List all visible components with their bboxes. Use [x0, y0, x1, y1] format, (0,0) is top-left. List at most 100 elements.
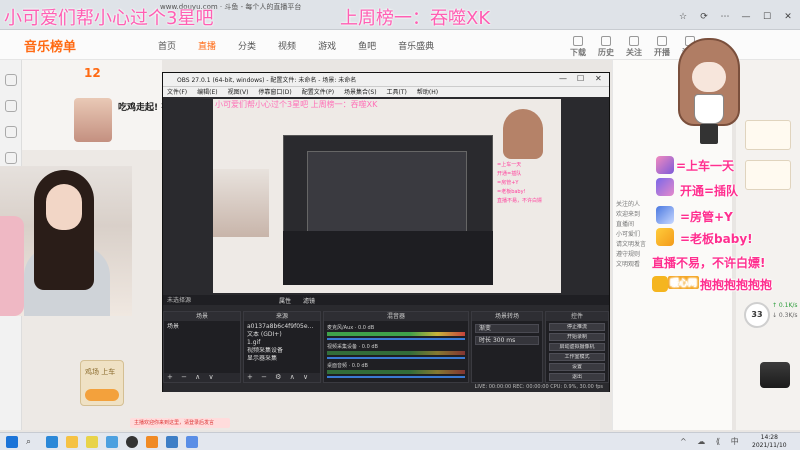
gift-card[interactable]	[745, 120, 791, 150]
obs-close-button[interactable]: ✕	[595, 74, 602, 83]
nav-home[interactable]: 首页	[158, 39, 176, 52]
clock-date: 2021/11/10	[752, 442, 787, 449]
volume-slider[interactable]	[327, 376, 465, 378]
explorer-icon[interactable]	[66, 436, 78, 448]
network-speed-widget[interactable]: 33	[744, 302, 770, 328]
maximize-button[interactable]: ☐	[761, 12, 773, 22]
app-icon[interactable]	[106, 436, 118, 448]
app-icon[interactable]	[146, 436, 158, 448]
source-item[interactable]: 显示器采集	[247, 355, 317, 363]
obs-taskbar-icon[interactable]	[126, 436, 138, 448]
preview-mini-commands: =上车一天 开通=插队 =房管+Y =老板baby! 直播不易，不许白嫖	[497, 159, 557, 259]
nav-game[interactable]: 游戏	[318, 39, 336, 52]
download-button[interactable]: 下载	[570, 36, 586, 58]
follow-card[interactable]: 鸡场 上车	[80, 360, 124, 406]
chibi-dress	[694, 94, 724, 124]
history-icon	[601, 36, 611, 46]
follow-card-button[interactable]	[85, 389, 119, 401]
mixer-channel: 视频采集设备 · 0.0 dB	[327, 343, 465, 359]
properties-button[interactable]: 属性	[279, 296, 291, 305]
duration-label: 时长	[479, 337, 492, 344]
exit-button[interactable]: 退出	[549, 373, 605, 381]
site-logo[interactable]: 音乐榜单	[24, 36, 76, 55]
no-source-selected: 未选择源	[163, 295, 609, 305]
taskbar-clock[interactable]: 14:28 2021/11/10	[752, 434, 787, 450]
obs-menu-profile[interactable]: 配置文件(P)	[302, 87, 334, 97]
taskbar-search-icon[interactable]: ⌕	[26, 437, 31, 447]
overlay-command: 抱抱抱抱抱抱	[700, 278, 773, 292]
transition-type-select[interactable]: 渐变	[475, 324, 539, 333]
app-icon[interactable]	[86, 436, 98, 448]
scene-item[interactable]: 场景	[167, 323, 237, 331]
gift-card[interactable]	[745, 160, 791, 190]
edge-icon[interactable]	[46, 436, 58, 448]
close-button[interactable]: ✕	[782, 12, 794, 22]
filters-button[interactable]: 滤镜	[303, 296, 315, 305]
obs-maximize-button[interactable]: ☐	[577, 74, 584, 83]
nav-yuba[interactable]: 鱼吧	[358, 39, 376, 52]
app-icon[interactable]	[166, 436, 178, 448]
source-item[interactable]: 1.gif	[247, 339, 317, 347]
scenes-toolbar[interactable]: + − ∧ ∨	[164, 373, 240, 382]
transitions-dock-title: 场景转场	[472, 312, 542, 321]
mixer-dock-title: 混音器	[324, 312, 468, 321]
studio-mode-button[interactable]: 工作室模式	[549, 353, 605, 361]
obs-menu-help[interactable]: 帮助(H)	[417, 87, 438, 97]
nav-live[interactable]: 直播	[198, 39, 216, 52]
windows-start-icon[interactable]	[6, 436, 18, 448]
minimize-button[interactable]: —	[740, 12, 752, 22]
nav-category[interactable]: 分类	[238, 39, 256, 52]
start-recording-button[interactable]: 开始录制	[549, 333, 605, 341]
rail-home-icon[interactable]	[4, 74, 17, 86]
obs-minimize-button[interactable]: —	[559, 74, 567, 83]
virtual-camera-button[interactable]: 启动虚拟摄像机	[549, 343, 605, 351]
channel-name: 桌面音频	[327, 363, 348, 369]
app-icon[interactable]	[186, 436, 198, 448]
overlay-command: =老板baby!	[680, 232, 753, 246]
volume-meter	[327, 332, 465, 336]
transition-duration[interactable]: 时长 300 ms	[475, 336, 539, 345]
go-live-button[interactable]: 开播	[654, 36, 670, 58]
obs-menu-tools[interactable]: 工具(T)	[387, 87, 407, 97]
webcam-chair	[0, 216, 24, 316]
overlay-command: =房管+Y	[680, 210, 733, 224]
overlay-command: =上车一天	[676, 159, 735, 173]
refresh-icon[interactable]: ⟳	[698, 12, 710, 22]
follow-button[interactable]: 关注	[626, 36, 642, 58]
rail-live-icon[interactable]	[4, 100, 17, 112]
history-button[interactable]: 历史	[598, 36, 614, 58]
preview-nested-preview	[307, 151, 467, 241]
favorite-icon[interactable]: ☆	[677, 12, 689, 22]
sources-toolbar[interactable]: + − ⚙ ∧ ∨	[244, 373, 320, 382]
source-item[interactable]: 文本 (GDI+)	[247, 331, 317, 339]
obs-menu-file[interactable]: 文件(F)	[167, 87, 187, 97]
stop-streaming-button[interactable]: 停止推流	[549, 323, 605, 331]
heart-icon	[629, 36, 639, 46]
streamer-avatar[interactable]	[74, 98, 112, 142]
obs-menu-scene-collection[interactable]: 场景集合(S)	[344, 87, 377, 97]
obs-menu-view[interactable]: 视图(V)	[228, 87, 249, 97]
settings-button[interactable]: 设置	[549, 363, 605, 371]
volume-slider[interactable]	[327, 338, 465, 340]
chat-login-hint[interactable]: 主播欢迎你来到这里，请登录后发言	[130, 418, 230, 428]
more-icon[interactable]: ⋯	[719, 12, 731, 22]
system-tray[interactable]: ^ ☁ ⟪ 中	[680, 436, 743, 447]
overlay-command-badge: 暖心网	[668, 276, 700, 289]
obs-preview[interactable]: 小可爱们帮小心过个3星吧 上周榜一：吞噬XK =上车一天 开通=插队 =房管+Y…	[213, 99, 561, 293]
volume-meter	[327, 351, 465, 355]
gift-icon	[656, 228, 674, 246]
webcam-feed	[0, 166, 132, 316]
preview-mini-command: =老板baby!	[497, 189, 526, 195]
browser-toolbar: ☆ ⟳ ⋯ — ☐ ✕	[677, 12, 794, 22]
volume-slider[interactable]	[327, 357, 465, 359]
nav-video[interactable]: 视频	[278, 39, 296, 52]
obs-menu-edit[interactable]: 编辑(E)	[197, 87, 217, 97]
transitions-dock: 场景转场 渐变 时长 300 ms	[471, 311, 543, 383]
rail-video-icon[interactable]	[4, 152, 17, 164]
room-level: 12	[84, 66, 101, 80]
rail-follow-icon[interactable]	[4, 126, 17, 138]
nav-music[interactable]: 音乐盛典	[398, 39, 434, 52]
obs-menu-docks[interactable]: 停靠窗口(D)	[258, 87, 291, 97]
source-item[interactable]: a0137a8b6c4f9f05e...	[247, 323, 317, 331]
source-item[interactable]: 视频采集设备	[247, 347, 317, 355]
